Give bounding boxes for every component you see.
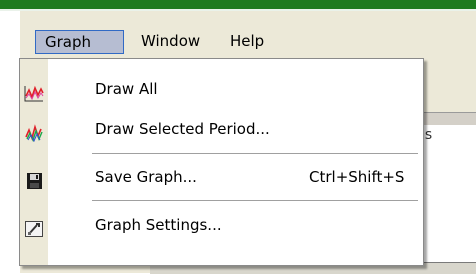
window-title-bar-edge [0,0,476,11]
menu-item-save-graph[interactable]: Save Graph... Ctrl+Shift+S [20,160,423,194]
background-left-strip [0,11,20,273]
menu-item-save-graph-shortcut: Ctrl+Shift+S [309,168,405,186]
background-panel: is [420,112,476,274]
menu-window[interactable]: Window [132,30,212,54]
menu-item-graph-settings[interactable]: Graph Settings... [20,208,423,242]
draw-all-chart-icon [24,80,44,102]
settings-tool-icon [24,216,44,237]
menu-separator [92,153,418,154]
menu-bar: Graph Window Help [20,25,476,59]
menu-item-draw-all-label: Draw All [95,80,158,98]
graph-menu-dropdown: Draw All Draw Selected Period... Save Gr… [19,58,424,266]
draw-selected-chart-icon [24,120,44,143]
menu-separator [92,200,418,201]
menu-item-draw-selected-period[interactable]: Draw Selected Period... [20,112,423,146]
background-panel-header [420,113,476,125]
menu-help[interactable]: Help [221,30,281,54]
floppy-disk-icon [24,168,44,189]
menu-item-graph-settings-label: Graph Settings... [95,216,222,234]
menu-item-save-graph-label: Save Graph... [95,168,197,186]
menu-item-draw-selected-period-label: Draw Selected Period... [95,120,270,138]
menu-graph[interactable]: Graph [35,30,124,54]
menu-item-draw-all[interactable]: Draw All [20,72,423,106]
